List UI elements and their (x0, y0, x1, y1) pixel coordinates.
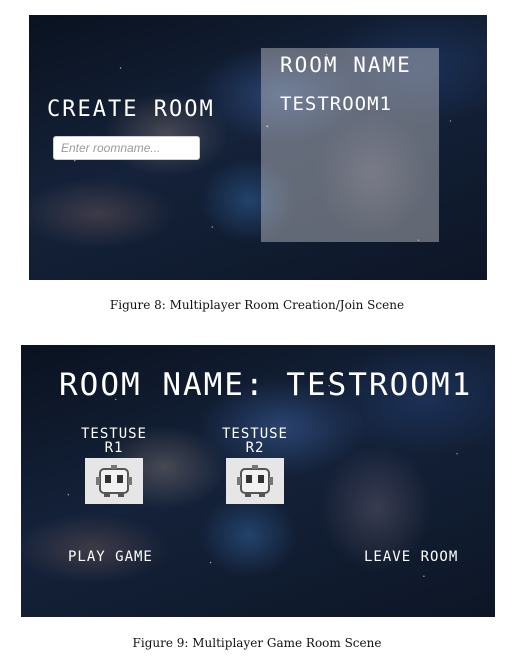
player-slot: TESTUSER2 (210, 427, 300, 504)
leave-room-button[interactable]: LEAVE ROOM (364, 549, 458, 565)
create-room-label: CREATE ROOM (47, 97, 215, 122)
game-room-scene: ROOM NAME: TESTROOM1 TESTUSER1 TESTUSER2 (21, 345, 495, 617)
room-list-item[interactable]: TESTROOM1 (280, 93, 392, 115)
room-list-header: ROOM NAME (280, 53, 412, 77)
figure-caption: Figure 9: Multiplayer Game Room Scene (132, 636, 382, 650)
roomname-input[interactable] (53, 136, 200, 160)
player-name: TESTUSER1 (80, 426, 147, 456)
play-game-button[interactable]: PLAY GAME (68, 549, 153, 565)
player-slot: TESTUSER1 (69, 427, 159, 504)
figure-caption: Figure 8: Multiplayer Room Creation/Join… (109, 298, 405, 312)
robot-avatar-icon (85, 458, 143, 504)
robot-avatar-icon (226, 458, 284, 504)
player-name: TESTUSER2 (221, 426, 288, 456)
room-list-panel: ROOM NAME TESTROOM1 (261, 48, 439, 242)
room-title: ROOM NAME: TESTROOM1 (59, 367, 473, 403)
room-creation-scene: CREATE ROOM ROOM NAME TESTROOM1 (29, 15, 487, 280)
